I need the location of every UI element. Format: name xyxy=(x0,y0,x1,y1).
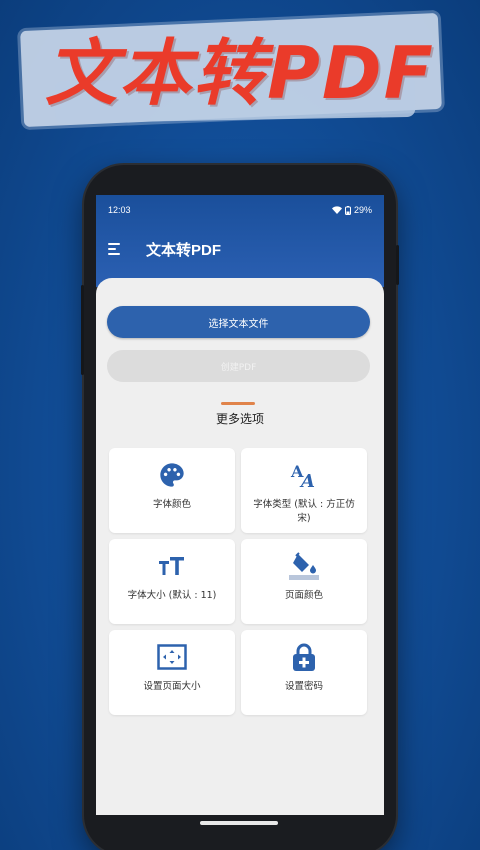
option-label: 页面颜色 xyxy=(284,590,323,601)
menu-icon[interactable] xyxy=(108,243,122,255)
palette-icon xyxy=(157,460,187,490)
status-right: 29% xyxy=(331,205,372,215)
create-pdf-button[interactable]: 创建PDF xyxy=(107,350,370,382)
phone-frame: 12:03 29% 文本转PDF 选择文本文件 创建PDF 更多选项 字体颜色 … xyxy=(81,165,399,850)
option-label: 设置密码 xyxy=(284,681,323,692)
svg-text:A: A xyxy=(299,471,315,489)
phone-side-button xyxy=(81,285,84,375)
content-sheet: 选择文本文件 创建PDF 更多选项 字体颜色 A A 字体类型 (默认: 方正… xyxy=(96,278,384,815)
option-page-size[interactable]: 设置页面大小 xyxy=(109,630,235,715)
option-label: 字体大小 (默认 : 11) xyxy=(127,590,217,601)
app-title: 文本转PDF xyxy=(146,242,222,259)
phone-screen: 12:03 29% 文本转PDF 选择文本文件 创建PDF 更多选项 字体颜色 … xyxy=(96,195,384,815)
status-bar: 12:03 29% xyxy=(108,205,372,219)
section-divider xyxy=(221,402,255,405)
font-type-icon: A A xyxy=(289,460,319,490)
more-options-title: 更多选项 xyxy=(215,412,264,426)
option-set-password[interactable]: 设置密码 xyxy=(241,630,367,715)
paint-bucket-icon xyxy=(289,551,319,581)
lock-plus-icon xyxy=(289,642,319,672)
option-font-size[interactable]: 字体大小 (默认 : 11) xyxy=(109,539,235,624)
phone-side-button xyxy=(396,245,399,285)
banner-title: 文本转PDF xyxy=(45,31,435,115)
select-text-file-button[interactable]: 选择文本文件 xyxy=(107,306,370,338)
option-label: 字体类型 (默认 : 方正仿宋) xyxy=(253,499,355,524)
option-label: 设置页面大小 xyxy=(143,681,201,692)
options-grid: 字体颜色 A A 字体类型 (默认 : 方正仿宋) 字体大小 (默认: 11)… xyxy=(109,448,367,715)
battery-level: 29% xyxy=(353,205,372,215)
status-time: 12:03 xyxy=(108,205,131,215)
option-font-type[interactable]: A A 字体类型 (默认 : 方正仿宋) xyxy=(241,448,367,533)
font-size-icon xyxy=(157,551,187,581)
battery-icon xyxy=(344,205,351,215)
option-page-color[interactable]: 页面颜色 xyxy=(241,539,367,624)
home-indicator[interactable] xyxy=(200,821,278,825)
option-font-color[interactable]: 字体颜色 xyxy=(109,448,235,533)
page-size-icon xyxy=(157,642,187,672)
app-bar: 12:03 29% 文本转PDF xyxy=(96,195,384,287)
option-label: 字体颜色 xyxy=(152,499,191,510)
wifi-icon xyxy=(331,206,342,214)
